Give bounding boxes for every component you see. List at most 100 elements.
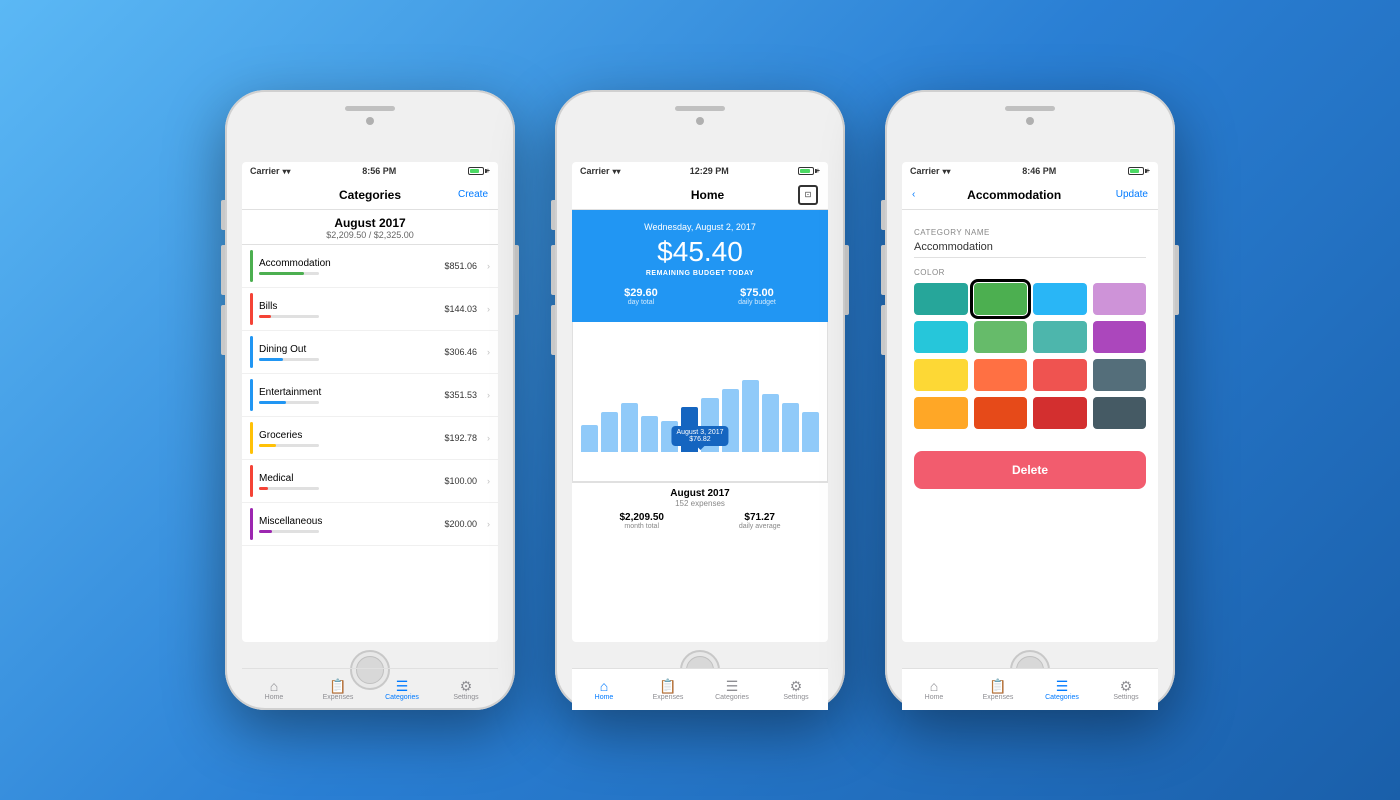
color-swatch-11[interactable] (1093, 359, 1147, 391)
chart-bar (581, 425, 598, 452)
color-swatch-9[interactable] (974, 359, 1028, 391)
time-label: 8:46 PM (1022, 166, 1056, 176)
category-amount: $200.00 (444, 519, 477, 529)
month-summary: August 2017 152 expenses $2,209.50 month… (572, 482, 828, 535)
day-total-label: day total (624, 299, 658, 306)
month-subtitle: $2,209.50 / $2,325.00 (242, 230, 498, 240)
chart-bar (802, 412, 819, 453)
chevron-right-icon: › (487, 519, 490, 529)
category-color-bar (250, 508, 253, 540)
create-button[interactable]: Create (453, 189, 488, 200)
color-swatch-6[interactable] (1033, 321, 1087, 353)
category-name-label: Category Name (914, 228, 1146, 237)
battery-icon (468, 167, 484, 175)
color-swatch-5[interactable] (974, 321, 1028, 353)
color-swatch-13[interactable] (974, 397, 1028, 429)
month-total-label: month total (619, 523, 664, 530)
daily-avg: $71.27 (739, 512, 781, 523)
category-progress-bar (259, 530, 319, 533)
tooltip-date: August 3, 2017 (676, 429, 723, 436)
phone-speaker (345, 106, 395, 111)
nav-title-home: Home (617, 188, 798, 202)
category-item[interactable]: Medical $100.00 › (242, 460, 498, 503)
chart-bar (782, 403, 799, 453)
category-name-input[interactable]: Accommodation (914, 241, 1146, 258)
volume-up-button[interactable] (221, 245, 225, 295)
battery-icon (798, 167, 814, 175)
phone-camera (366, 117, 374, 125)
category-info: Accommodation (259, 258, 438, 275)
category-name: Entertainment (259, 387, 438, 398)
category-amount: $306.46 (444, 347, 477, 357)
color-swatch-2[interactable] (1033, 283, 1087, 315)
category-progress-fill (259, 272, 304, 275)
mute-button[interactable] (221, 200, 225, 230)
category-name: Groceries (259, 430, 438, 441)
color-swatch-0[interactable] (914, 283, 968, 315)
budget-date: Wednesday, August 2, 2017 (584, 222, 816, 232)
screen-accommodation: Carrier ▾▾ 8:46 PM + ‹ Accommodation Upd… (902, 162, 1158, 642)
category-item[interactable]: Groceries $192.78 › (242, 417, 498, 460)
category-item[interactable]: Accommodation $851.06 › (242, 245, 498, 288)
daily-budget-value: $75.00 (738, 287, 776, 299)
category-progress-bar (259, 315, 319, 318)
category-item[interactable]: Miscellaneous $200.00 › (242, 503, 498, 546)
category-amount: $192.78 (444, 433, 477, 443)
expand-icon[interactable]: ⊡ (798, 185, 818, 205)
chart-bar (601, 412, 618, 453)
time-label: 8:56 PM (362, 166, 396, 176)
category-name: Dining Out (259, 344, 438, 355)
power-button[interactable] (845, 245, 849, 315)
color-swatch-7[interactable] (1093, 321, 1147, 353)
volume-down-button[interactable] (221, 305, 225, 355)
category-progress-fill (259, 444, 276, 447)
category-item[interactable]: Bills $144.03 › (242, 288, 498, 331)
accommodation-form: Category Name Accommodation COLOR (902, 210, 1158, 439)
color-swatch-4[interactable] (914, 321, 968, 353)
color-swatch-14[interactable] (1033, 397, 1087, 429)
category-color-bar (250, 293, 253, 325)
summary-subtitle: 152 expenses (582, 499, 818, 508)
category-item[interactable]: Entertainment $351.53 › (242, 374, 498, 417)
mute-button[interactable] (551, 200, 555, 230)
category-progress-fill (259, 530, 272, 533)
category-progress-bar (259, 272, 319, 275)
update-button[interactable]: Update (1113, 189, 1148, 200)
color-swatch-1[interactable] (974, 283, 1028, 315)
battery-icon (1128, 167, 1144, 175)
category-progress-bar (259, 487, 319, 490)
chart-bar (742, 380, 759, 452)
chevron-right-icon: › (487, 476, 490, 486)
color-swatch-12[interactable] (914, 397, 968, 429)
category-color-bar (250, 422, 253, 454)
category-name: Bills (259, 301, 438, 312)
chart-bar (641, 416, 658, 452)
volume-down-button[interactable] (551, 305, 555, 355)
power-button[interactable] (1175, 245, 1179, 315)
daily-budget-col: $75.00 daily budget (738, 287, 776, 306)
volume-down-button[interactable] (881, 305, 885, 355)
screen-categories: Carrier ▾▾ 8:56 PM + Categories Create A… (242, 162, 498, 642)
color-swatch-8[interactable] (914, 359, 968, 391)
power-button[interactable] (515, 245, 519, 315)
volume-up-button[interactable] (881, 245, 885, 295)
carrier-label: Carrier (910, 166, 940, 176)
tooltip-amount: $76.82 (676, 436, 723, 443)
color-swatch-15[interactable] (1093, 397, 1147, 429)
carrier-label: Carrier (580, 166, 610, 176)
delete-button[interactable]: Delete (914, 451, 1146, 489)
color-swatch-3[interactable] (1093, 283, 1147, 315)
category-name: Accommodation (259, 258, 438, 269)
category-color-bar (250, 336, 253, 368)
category-name: Medical (259, 473, 438, 484)
volume-up-button[interactable] (551, 245, 555, 295)
status-bar: Carrier ▾▾ 8:56 PM + (242, 162, 498, 180)
mute-button[interactable] (881, 200, 885, 230)
category-color-bar (250, 465, 253, 497)
daily-budget-label: daily budget (738, 299, 776, 306)
color-swatch-10[interactable] (1033, 359, 1087, 391)
chevron-right-icon: › (487, 433, 490, 443)
screen-home: Carrier ▾▾ 12:29 PM + Home ⊡ Wednesday, … (572, 162, 828, 642)
category-info: Groceries (259, 430, 438, 447)
category-item[interactable]: Dining Out $306.46 › (242, 331, 498, 374)
